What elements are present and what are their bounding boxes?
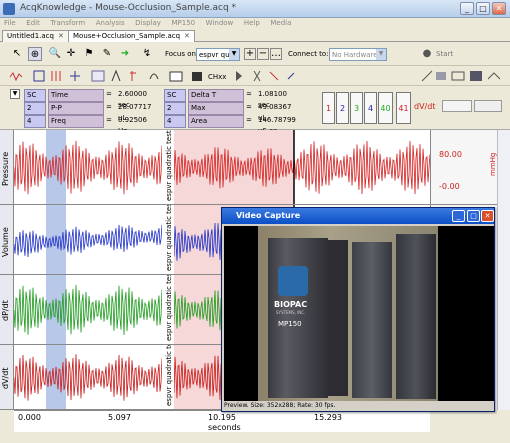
measurement-expand-icon[interactable]: ▼ — [10, 89, 20, 99]
measure-button-40[interactable]: 40 — [378, 92, 393, 124]
add-button[interactable]: + — [244, 48, 256, 60]
lane-pressure[interactable]: espvr quadratic test — [14, 130, 430, 205]
measure-button-4[interactable]: 4 — [364, 92, 377, 124]
scale-top: 80.00 — [439, 150, 462, 159]
start-button[interactable]: Start — [436, 50, 453, 58]
crosshair-icon[interactable]: ✛ — [64, 47, 78, 61]
x-tick: 10.195 — [208, 413, 236, 422]
menu-help[interactable]: Help — [240, 18, 264, 29]
maximize-button[interactable]: □ — [476, 2, 490, 15]
video-capture-window[interactable]: Video Capture _ □ ✕ BIOPAC SYSTEMS, INC.… — [221, 207, 495, 412]
connect-select[interactable]: No Hardware ▼ — [329, 48, 387, 61]
chevron-down-icon: ▼ — [376, 49, 386, 60]
scale-bottom: -0.00 — [439, 182, 460, 191]
minimize-button[interactable]: _ — [460, 2, 474, 15]
marker-label: espvr quadratic test — [165, 130, 173, 201]
app-icon — [3, 3, 15, 15]
scale-unit: mmHg — [489, 152, 497, 176]
value-field[interactable] — [442, 100, 472, 112]
more-button[interactable]: … — [270, 48, 282, 60]
marker-label: espvr quadratic test — [165, 205, 173, 271]
document-tabs: Untitled1.acq ✕ Mouse+Occlusion_Sample.ac… — [0, 29, 510, 42]
menu-media[interactable]: Media — [266, 18, 295, 29]
biopac-logo — [278, 266, 308, 296]
video-close-button[interactable]: ✕ — [481, 210, 494, 222]
device-model: MP150 — [278, 320, 302, 328]
derivative-label: dV/dt — [414, 102, 436, 111]
remove-button[interactable]: − — [257, 48, 269, 60]
window-title: AcqKnowledge - Mouse-Occlusion_Sample.ac… — [20, 3, 237, 13]
display-tool-icons[interactable]: CHxx — [8, 69, 308, 83]
x-tick: 0.000 — [18, 413, 41, 422]
measure-button-1[interactable]: 1 — [322, 92, 335, 124]
record-icon[interactable]: ● — [420, 47, 434, 61]
menu-transform[interactable]: Transform — [46, 18, 89, 29]
unit-select[interactable] — [474, 100, 502, 112]
focus-label: Focus on: — [165, 50, 199, 58]
lane-label-pressure: Pressure — [0, 130, 14, 205]
device-module — [352, 242, 392, 398]
display-toolbar: CHxx — [0, 66, 510, 86]
device-sub: SYSTEMS, INC. — [276, 310, 306, 315]
marker-label: espvr quadratic test — [165, 345, 173, 406]
arrow-cursor-icon[interactable]: ↖ — [10, 47, 24, 61]
lane-label-dpdt: dP/dt — [0, 275, 14, 345]
measure-button-3[interactable]: 3 — [350, 92, 363, 124]
x-tick: 5.097 — [108, 413, 131, 422]
menu-mp150[interactable]: MP150 — [168, 18, 200, 29]
zoom-icon[interactable]: 🔍 — [48, 47, 62, 61]
video-minimize-button[interactable]: _ — [452, 210, 465, 222]
vertical-scrollbar[interactable] — [497, 130, 510, 410]
close-button[interactable]: ✕ — [492, 2, 506, 15]
device-module: BIOPAC SYSTEMS, INC. MP150 — [268, 238, 328, 398]
measure-button-2[interactable]: 2 — [336, 92, 349, 124]
tab-close-icon[interactable]: ✕ — [184, 32, 190, 40]
tab-close-icon[interactable]: ✕ — [58, 32, 64, 40]
event-icon[interactable]: ↯ — [140, 47, 154, 61]
status-bar — [0, 432, 510, 443]
measure-button-41[interactable]: 41 — [396, 92, 411, 124]
media-tool-icons[interactable] — [420, 69, 505, 83]
video-preview: BIOPAC SYSTEMS, INC. MP150 — [224, 226, 494, 401]
menu-analysis[interactable]: Analysis — [92, 18, 129, 29]
pencil-icon[interactable]: ✎ — [100, 47, 114, 61]
pressure-waveform: espvr quadratic test — [14, 130, 430, 204]
svg-text:CHxx: CHxx — [208, 73, 226, 81]
menu-display[interactable]: Display — [131, 18, 165, 29]
device-brand: BIOPAC — [274, 300, 308, 309]
tab-untitled1[interactable]: Untitled1.acq ✕ — [2, 30, 69, 42]
video-maximize-button[interactable]: □ — [467, 210, 480, 222]
flag-icon[interactable]: ⚑ — [82, 47, 96, 61]
connect-label: Connect to: — [288, 50, 329, 58]
menu-edit[interactable]: Edit — [22, 18, 44, 29]
go-arrow-icon[interactable]: ➜ — [118, 47, 132, 61]
x-axis: 0.000 5.097 10.195 15.293 seconds — [14, 410, 430, 432]
lane-label-volume: Volume — [0, 205, 14, 275]
marker-tool-icon[interactable]: ⊕ — [28, 47, 42, 61]
main-toolbar: ↖ ⊕ 🔍 ✛ ⚑ ✎ ➜ ↯ Focus on: espvr qu ▼ + − … — [0, 42, 510, 66]
device-module — [396, 234, 436, 399]
focus-select[interactable]: espvr qu ▼ — [196, 48, 240, 61]
menu-window[interactable]: Window — [202, 18, 238, 29]
x-axis-label: seconds — [208, 423, 241, 432]
marker-label: espvr quadratic test — [165, 275, 173, 341]
title-bar: AcqKnowledge - Mouse-Occlusion_Sample.ac… — [0, 0, 510, 18]
video-status: Preview. Size: 352x288; Rate: 30 fps. — [224, 402, 336, 409]
chevron-down-icon: ▼ — [229, 49, 239, 60]
device-module — [328, 240, 348, 396]
lane-label-dvdt: dV/dt — [0, 345, 14, 410]
x-tick: 15.293 — [314, 413, 342, 422]
tab-mouse-occlusion[interactable]: Mouse+Occlusion_Sample.acq ✕ — [68, 30, 195, 42]
menu-bar: File Edit Transform Analysis Display MP1… — [0, 18, 510, 29]
menu-file[interactable]: File — [0, 18, 20, 29]
